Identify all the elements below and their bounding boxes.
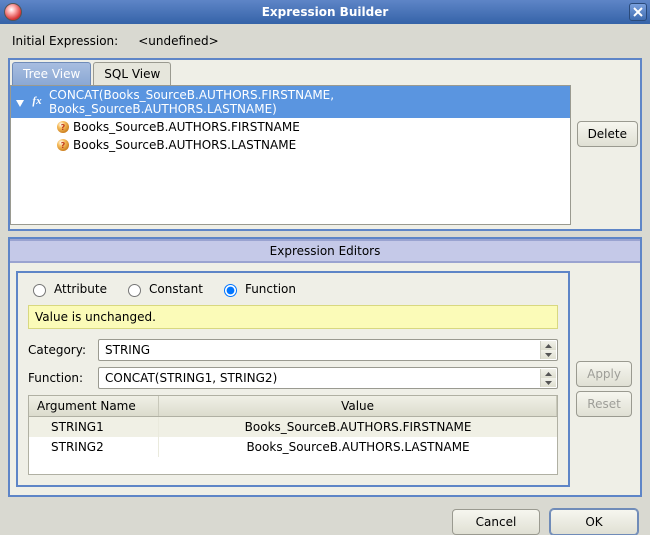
radio-attribute-label: Attribute	[54, 282, 107, 296]
category-label: Category:	[28, 343, 90, 357]
tree-child-label: Books_SourceB.AUTHORS.FIRSTNAME	[73, 120, 300, 134]
function-combo-value: CONCAT(STRING1, STRING2)	[105, 371, 277, 385]
function-combo[interactable]: CONCAT(STRING1, STRING2)	[98, 367, 558, 389]
reset-button-label: Reset	[587, 397, 621, 411]
initial-expression-row: Initial Expression: <undefined>	[8, 32, 642, 52]
expression-tree[interactable]: fx CONCAT(Books_SourceB.AUTHORS.FIRSTNAM…	[10, 85, 571, 225]
editor-type-radios: Attribute Constant Function	[28, 281, 558, 297]
argument-icon: ?	[57, 121, 69, 133]
disclosure-triangle-icon[interactable]	[15, 97, 25, 107]
radio-function-label: Function	[245, 282, 296, 296]
radio-constant[interactable]: Constant	[123, 281, 203, 297]
initial-expression-value: <undefined>	[138, 34, 218, 48]
arguments-header-value[interactable]: Value	[159, 396, 557, 416]
tree-child-label: Books_SourceB.AUTHORS.LASTNAME	[73, 138, 296, 152]
dialog-footer: Cancel OK	[8, 503, 642, 535]
delete-button-label: Delete	[588, 127, 627, 141]
reset-button[interactable]: Reset	[576, 391, 632, 417]
cancel-button[interactable]: Cancel	[452, 509, 540, 535]
argument-icon: ?	[57, 139, 69, 151]
radio-attribute-input[interactable]	[33, 284, 46, 297]
arguments-header-name[interactable]: Argument Name	[29, 396, 159, 416]
initial-expression-label: Initial Expression:	[12, 34, 118, 48]
tab-tree-view-label: Tree View	[23, 67, 80, 81]
function-icon: fx	[29, 95, 45, 109]
category-combo-value: STRING	[105, 343, 150, 357]
arguments-table: Argument Name Value STRING1 Books_Source…	[28, 395, 558, 475]
argument-row[interactable]: STRING1 Books_SourceB.AUTHORS.FIRSTNAME	[29, 417, 557, 437]
ok-button[interactable]: OK	[550, 509, 638, 535]
argument-value-cell: Books_SourceB.AUTHORS.FIRSTNAME	[159, 417, 557, 437]
view-tabs: Tree View SQL View	[10, 60, 640, 85]
tab-tree-view[interactable]: Tree View	[12, 62, 91, 85]
argument-row[interactable]: STRING2 Books_SourceB.AUTHORS.LASTNAME	[29, 437, 557, 457]
expression-editors-title-label: Expression Editors	[270, 244, 381, 258]
radio-constant-label: Constant	[149, 282, 203, 296]
radio-function[interactable]: Function	[219, 281, 296, 297]
apply-button[interactable]: Apply	[576, 361, 632, 387]
argument-name-cell: STRING2	[29, 437, 159, 457]
function-label: Function:	[28, 371, 90, 385]
spinner-icon[interactable]	[540, 369, 556, 387]
radio-constant-input[interactable]	[128, 284, 141, 297]
window-title: Expression Builder	[262, 5, 389, 19]
cancel-button-label: Cancel	[476, 515, 517, 529]
tab-sql-view[interactable]: SQL View	[93, 62, 171, 85]
titlebar: Expression Builder	[0, 0, 650, 24]
arguments-header: Argument Name Value	[29, 396, 557, 417]
window-close-button[interactable]	[629, 3, 647, 21]
tree-root-row[interactable]: fx CONCAT(Books_SourceB.AUTHORS.FIRSTNAM…	[11, 86, 570, 118]
expression-editors-title: Expression Editors	[10, 239, 640, 263]
ok-button-label: OK	[585, 515, 602, 529]
status-message-text: Value is unchanged.	[35, 310, 156, 324]
radio-attribute[interactable]: Attribute	[28, 281, 107, 297]
delete-button[interactable]: Delete	[577, 121, 638, 147]
status-message: Value is unchanged.	[28, 305, 558, 329]
apply-button-label: Apply	[587, 367, 621, 381]
tree-child-row[interactable]: ? Books_SourceB.AUTHORS.FIRSTNAME	[11, 118, 570, 136]
spinner-icon[interactable]	[540, 341, 556, 359]
argument-name-cell: STRING1	[29, 417, 159, 437]
category-combo[interactable]: STRING	[98, 339, 558, 361]
close-icon	[633, 7, 643, 17]
tree-root-label: CONCAT(Books_SourceB.AUTHORS.FIRSTNAME, …	[49, 88, 566, 116]
tree-child-row[interactable]: ? Books_SourceB.AUTHORS.LASTNAME	[11, 136, 570, 154]
tab-sql-view-label: SQL View	[104, 67, 160, 81]
argument-value-cell: Books_SourceB.AUTHORS.LASTNAME	[159, 437, 557, 457]
app-icon	[4, 3, 22, 21]
radio-function-input[interactable]	[224, 284, 237, 297]
